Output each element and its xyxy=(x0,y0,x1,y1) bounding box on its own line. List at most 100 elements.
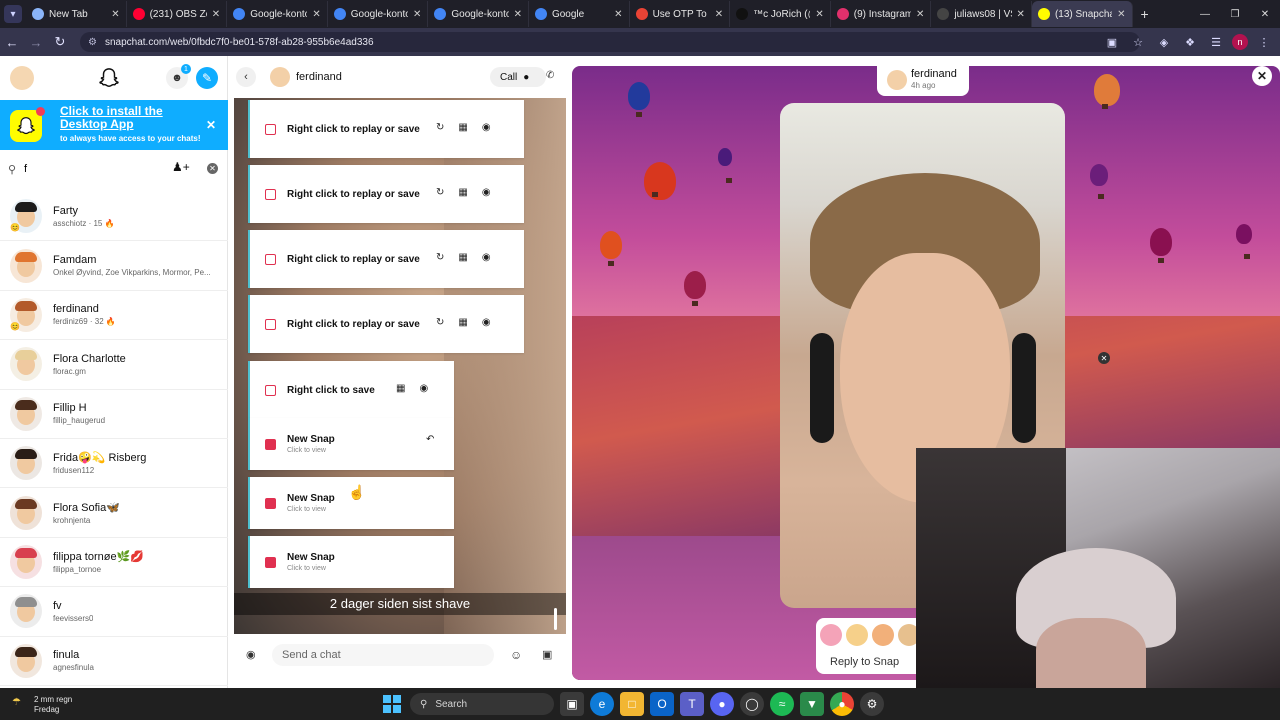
settings-gear-icon[interactable]: ⚙ xyxy=(860,692,884,716)
browser-tab[interactable]: New Tab ✕ xyxy=(26,1,127,27)
replay-icon[interactable]: ↻ xyxy=(436,122,444,133)
outlook-icon[interactable]: O xyxy=(650,692,674,716)
tab-close-icon[interactable]: ✕ xyxy=(111,9,119,20)
saved-snap-message[interactable]: Right click to replay or save ↻ ▦ ◉ xyxy=(248,165,524,223)
weather-widget[interactable]: ☂ 2 mm regn Fredag xyxy=(8,693,98,715)
snap-sender[interactable]: ferdinand 4h ago xyxy=(877,66,969,96)
replay-icon[interactable]: ↻ xyxy=(436,187,444,198)
tab-close-icon[interactable]: ✕ xyxy=(715,9,723,20)
close-viewer-button[interactable]: ✕ xyxy=(1252,66,1272,86)
browser-tab[interactable]: ™c JoRich (@j ✕ xyxy=(730,1,831,27)
browser-tab[interactable]: Google-konto ✕ xyxy=(328,1,429,27)
screenshot-camera-icon[interactable]: ◉ xyxy=(419,383,428,394)
new-snap-message[interactable]: New Snap Click to view ↶ xyxy=(248,418,454,470)
saved-snap-message[interactable]: Right click to replay or save ↻ ▦ ◉ xyxy=(248,230,524,288)
chat-messages[interactable]: Right click to replay or save ↻ ▦ ◉ Right cl… xyxy=(234,98,566,634)
phone-icon[interactable]: ✆ xyxy=(546,70,554,81)
tab-close-icon[interactable]: ✕ xyxy=(1017,9,1025,20)
new-tab-button[interactable]: + xyxy=(1133,6,1157,22)
media-controls-icon[interactable]: ☰ xyxy=(1206,32,1226,52)
contact-item[interactable]: Famdam Onkel Øyvind, Zoe Vikparkins, Morm… xyxy=(0,241,228,291)
back-nav-button[interactable]: ← xyxy=(0,28,24,56)
reload-button[interactable]: ↻ xyxy=(48,28,72,56)
contact-item[interactable]: fv feevissers0 xyxy=(0,587,228,637)
screenshot-camera-icon[interactable]: ◉ xyxy=(482,317,491,328)
contact-item[interactable]: Farty asschiotz · 15 🔥 😊 xyxy=(0,192,228,242)
browser-tab[interactable]: (9) Instagram ✕ xyxy=(831,1,932,27)
emoji-icon[interactable]: ☺ xyxy=(510,648,522,662)
obs-icon[interactable]: ◯ xyxy=(740,692,764,716)
replay-icon[interactable]: ↻ xyxy=(436,252,444,263)
minimize-icon[interactable]: — xyxy=(1190,0,1220,28)
browser-tab[interactable]: (231) OBS Zoo ✕ xyxy=(127,1,228,27)
camera-icon[interactable]: ◉ xyxy=(246,648,256,661)
tab-close-icon[interactable]: ✕ xyxy=(1117,9,1125,20)
video-call-icon[interactable]: ● xyxy=(523,72,529,83)
new-snap-message[interactable]: New Snap Click to view xyxy=(248,536,454,588)
contact-item[interactable]: filippa tornøe🌿💋 filippa_tornoe xyxy=(0,538,228,588)
contact-item[interactable]: Fillip Hfillip_haugerud xyxy=(0,390,228,439)
reply-arrow-icon[interactable]: ↶ xyxy=(426,434,434,445)
install-title[interactable]: Click to install the Desktop App xyxy=(60,105,200,131)
reaction-bitmoji[interactable] xyxy=(820,624,842,646)
url-field[interactable]: ⚙ snapchat.com/web/0fbdc7f0-be01-578f-ab… xyxy=(80,32,1140,52)
bookmark-star-icon[interactable]: ☆ xyxy=(1128,32,1148,52)
browser-tab[interactable]: juliaws08 | VSC ✕ xyxy=(931,1,1032,27)
tab-close-icon[interactable]: ✕ xyxy=(614,9,622,20)
app-icon[interactable]: ▼ xyxy=(800,692,824,716)
edge-icon[interactable]: e xyxy=(590,692,614,716)
browser-tab[interactable]: Google ✕ xyxy=(529,1,630,27)
clear-search-icon[interactable]: ✕ xyxy=(207,163,218,174)
my-bitmoji-avatar[interactable] xyxy=(10,66,34,90)
browser-tab[interactable]: (13) Snapchat ✕ xyxy=(1031,1,1133,27)
forward-nav-button[interactable]: → xyxy=(24,28,48,56)
task-view-icon[interactable]: ▣ xyxy=(560,692,584,716)
tab-close-icon[interactable]: ✕ xyxy=(212,9,220,20)
contact-item[interactable]: Flora Charlotte florac.gm xyxy=(0,340,228,390)
save-snap-icon[interactable]: ▦ xyxy=(458,187,467,198)
spotify-icon[interactable]: ≈ xyxy=(770,692,794,716)
contact-item[interactable]: ferdinand ferdiniz69 · 32 🔥 😊 xyxy=(0,291,228,341)
add-friend-button[interactable]: ☻ 1 xyxy=(166,64,191,89)
group-chat-icon[interactable]: ♟+ xyxy=(172,160,192,178)
save-snap-icon[interactable]: ▦ xyxy=(458,122,467,133)
saved-snap-message[interactable]: Right click to replay or save ↻ ▦ ◉ xyxy=(248,295,524,353)
contact-item[interactable]: finula agnesfinula xyxy=(0,637,228,686)
puzzle-icon[interactable]: ❖ xyxy=(1180,32,1200,52)
search-input[interactable] xyxy=(24,163,174,175)
site-info-icon[interactable]: ⚙ xyxy=(88,37,97,48)
reaction-bitmoji[interactable] xyxy=(872,624,894,646)
call-button[interactable]: Call ● xyxy=(490,67,546,87)
close-icon[interactable]: ✕ xyxy=(206,118,216,132)
install-desktop-banner[interactable]: Click to install the Desktop App to alwa… xyxy=(0,100,228,150)
screenshot-camera-icon[interactable]: ◉ xyxy=(482,187,491,198)
chat-avatar[interactable] xyxy=(270,67,290,87)
tab-close-icon[interactable]: ✕ xyxy=(312,9,320,20)
tab-close-icon[interactable]: ✕ xyxy=(514,9,522,20)
tab-search-menu[interactable]: ▾ xyxy=(0,0,26,28)
saved-snap-message[interactable]: Right click to replay or save ↻ ▦ ◉ xyxy=(248,100,524,158)
tab-close-icon[interactable]: ✕ xyxy=(815,9,823,20)
screenshot-camera-icon[interactable]: ◉ xyxy=(482,252,491,263)
contact-item[interactable]: Flora Sofia🦋 krohnjenta xyxy=(0,488,228,538)
start-button[interactable] xyxy=(380,692,404,716)
browser-tab[interactable]: Google-konto ✕ xyxy=(227,1,328,27)
profile-avatar[interactable]: n xyxy=(1232,34,1248,50)
chrome-icon[interactable]: ● xyxy=(830,692,854,716)
contact-item[interactable]: Frida🤪💫 Risberg fridusen112 xyxy=(0,439,228,489)
extension-icon[interactable]: ◈ xyxy=(1154,32,1174,52)
browser-tab[interactable]: Use OTP To Pr ✕ xyxy=(630,1,731,27)
replay-icon[interactable]: ↻ xyxy=(436,317,444,328)
save-snap-icon[interactable]: ▦ xyxy=(458,252,467,263)
new-chat-button[interactable]: ✎ xyxy=(196,67,218,89)
install-app-icon[interactable]: ▣ xyxy=(1102,32,1122,52)
restore-icon[interactable]: ❐ xyxy=(1220,0,1250,28)
back-button[interactable]: ‹ xyxy=(236,67,256,87)
save-snap-icon[interactable]: ▦ xyxy=(458,317,467,328)
close-window-icon[interactable]: ✕ xyxy=(1250,0,1280,28)
chat-title[interactable]: ferdinand xyxy=(296,71,342,83)
dismiss-media-icon[interactable]: ✕ xyxy=(1098,352,1110,364)
screenshot-camera-icon[interactable]: ◉ xyxy=(482,122,491,133)
more-menu-icon[interactable]: ⋮ xyxy=(1254,32,1274,52)
send-chat-input[interactable]: Send a chat xyxy=(272,644,494,666)
